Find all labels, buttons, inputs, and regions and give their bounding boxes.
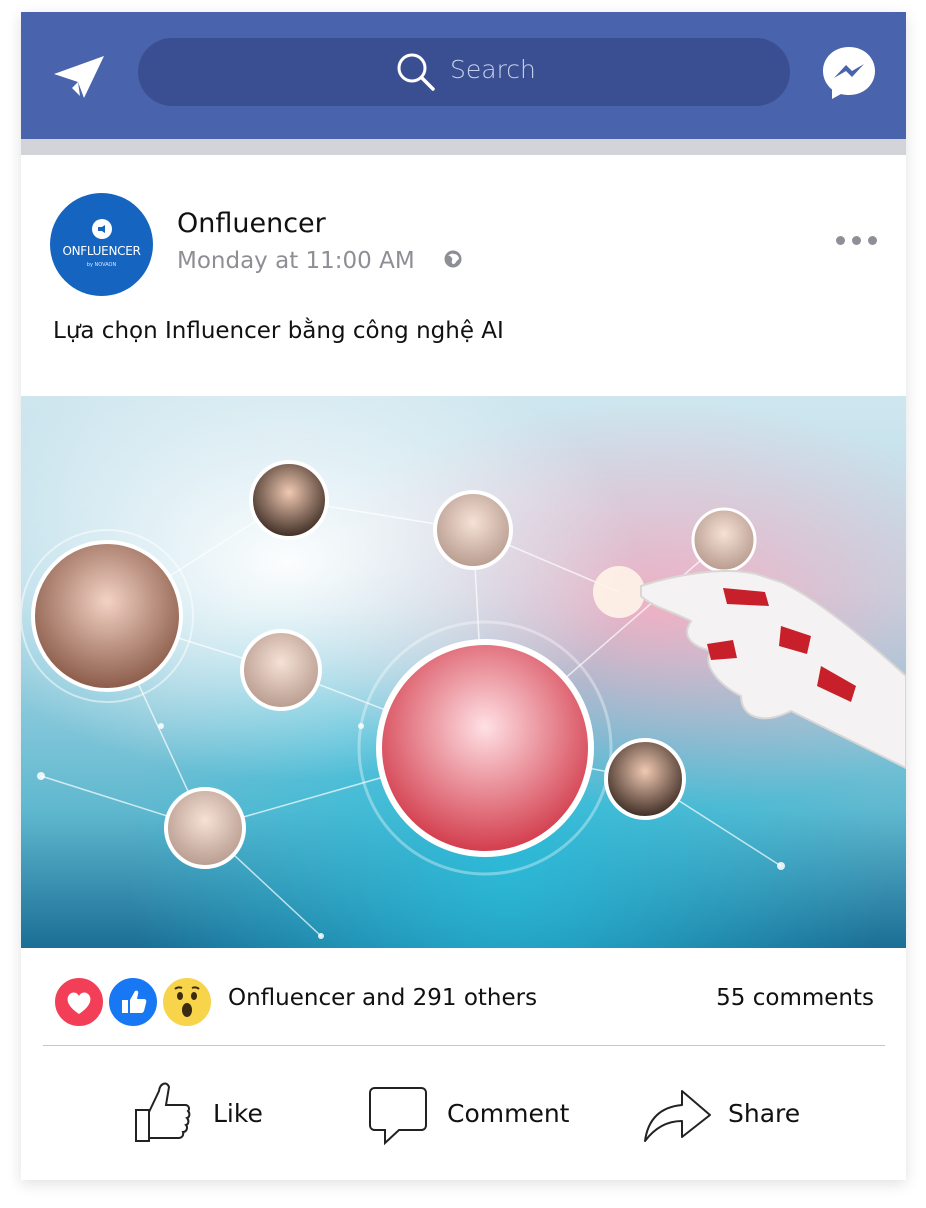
more-options-icon[interactable] [834,234,880,246]
comment-icon [369,1087,427,1146]
page-name[interactable]: Onfluencer [177,208,326,239]
like-reaction-icon [107,976,159,1028]
share-button[interactable]: Share [642,1077,812,1147]
megaphone-icon [92,219,112,239]
comments-count[interactable]: 55 comments [716,985,874,1011]
comment-label: Comment [447,1099,570,1128]
network-illustration [21,460,906,939]
love-reaction-icon [53,976,105,1028]
divider [43,1045,885,1046]
post-card: Search ONFLUENCER by NOVAON Onfluencer M… [21,12,906,1180]
avatar-logo-subtext: by NOVAON [86,262,117,268]
like-label: Like [213,1099,263,1128]
robot-hand [593,566,906,770]
avatar-logo-text: ONFLUENCER [62,244,141,258]
wow-reaction-icon [161,976,213,1028]
search-placeholder: Search [450,55,536,84]
topbar-separator [21,139,906,155]
reaction-icons[interactable] [53,976,213,1028]
globe-icon [444,250,462,268]
search-icon [397,53,435,91]
page-avatar[interactable]: ONFLUENCER by NOVAON [50,193,153,296]
thumbs-up-icon [135,1082,191,1142]
share-label: Share [728,1099,801,1128]
post-image[interactable] [21,396,906,948]
messenger-icon[interactable] [821,45,877,101]
send-icon[interactable] [52,54,106,100]
share-icon [644,1090,711,1142]
comment-button[interactable]: Comment [367,1077,587,1147]
post-caption: Lựa chọn Influencer bằng công nghệ AI [53,318,504,344]
reactions-summary[interactable]: Onfluencer and 291 others [228,985,537,1011]
like-button[interactable]: Like [133,1077,273,1147]
post-timestamp[interactable]: Monday at 11:00 AM [177,248,415,274]
top-bar: Search [21,12,906,139]
search-input[interactable]: Search [138,38,790,106]
